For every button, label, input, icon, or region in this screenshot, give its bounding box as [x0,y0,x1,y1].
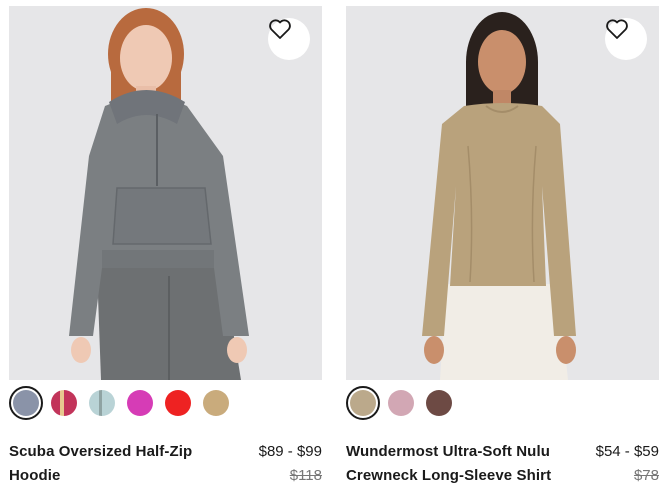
color-swatch-selected[interactable] [346,386,380,420]
color-swatch-selected[interactable] [9,386,43,420]
price-block: $54 - $59 $78 [596,440,659,488]
swatch-khaki [350,390,376,416]
favorite-button[interactable] [268,18,310,60]
model-photo [346,6,659,380]
swatch-tan [203,390,229,416]
original-price: $118 [289,467,322,484]
swatch-red [165,390,191,416]
swatch-pink [127,390,153,416]
color-swatch[interactable] [161,386,195,420]
favorite-button[interactable] [605,18,647,60]
product-name[interactable]: Wundermost Ultra-Soft Nulu Crewneck Long… [346,440,576,488]
swatch-rose [388,390,414,416]
product-image[interactable] [346,6,659,380]
product-image[interactable] [9,6,322,380]
sale-price: $89 - $99 [258,443,322,460]
swatch-mint-stripe [89,390,115,416]
product-card[interactable]: Scuba Oversized Half-Zip Hoodie $89 - $9… [9,6,322,495]
color-swatch[interactable] [199,386,233,420]
sale-price: $54 - $59 [595,443,659,460]
heart-outline-icon [269,19,291,39]
color-swatch[interactable] [47,386,81,420]
color-swatch[interactable] [85,386,119,420]
swatch-magenta-stripe [51,390,77,416]
color-swatch[interactable] [384,386,418,420]
color-swatch[interactable] [123,386,157,420]
swatch-brown [426,390,452,416]
original-price: $78 [633,467,659,484]
heart-outline-icon [606,19,628,39]
product-card[interactable]: Wundermost Ultra-Soft Nulu Crewneck Long… [346,6,659,495]
color-swatch[interactable] [422,386,456,420]
model-photo [9,6,322,380]
product-name[interactable]: Scuba Oversized Half-Zip Hoodie [9,440,219,488]
color-swatches [9,386,237,420]
color-swatches [346,386,460,420]
swatch-grey-blue [13,390,39,416]
price-block: $89 - $99 $118 [259,440,322,488]
